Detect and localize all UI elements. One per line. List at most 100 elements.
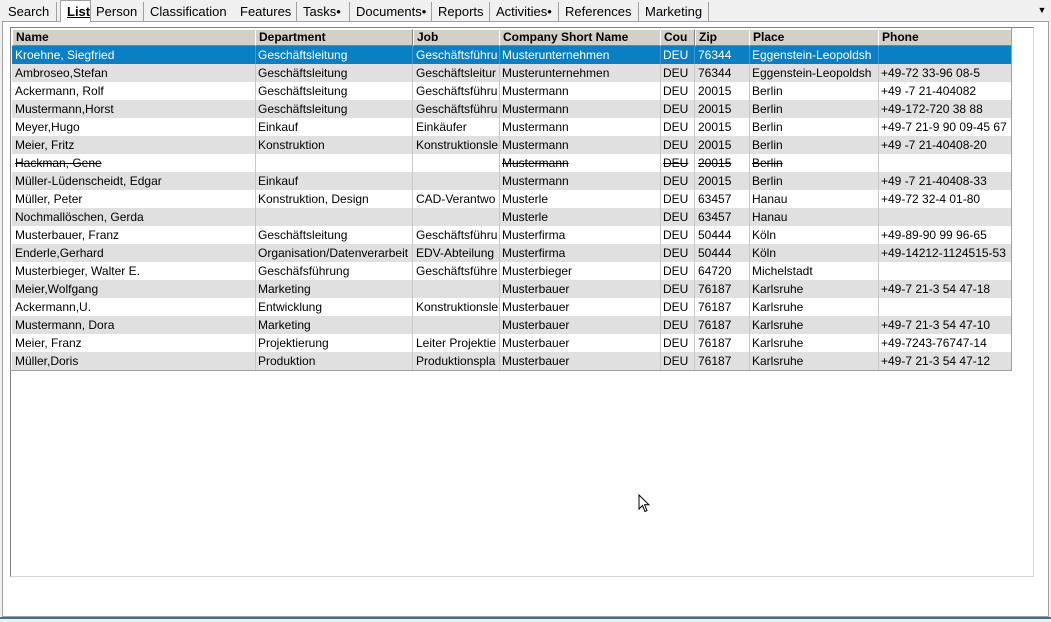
cell-text: Musterle [502, 192, 549, 206]
cell-company-short-name: Musterunternehmen [499, 46, 661, 64]
cell-text: Konstruktion [258, 138, 325, 152]
cell-country: DEU [660, 154, 695, 172]
cell-country: DEU [660, 172, 695, 190]
cell-company-short-name: Musterbieger [499, 262, 661, 280]
cell-text: Marketing [258, 282, 311, 296]
cell-text: +49-7 21-3 54 47-10 [881, 318, 991, 332]
cell-place: Köln [749, 226, 879, 244]
column-header-name[interactable]: Name [12, 29, 256, 46]
tab-search[interactable]: Search [2, 2, 57, 21]
table-row[interactable]: Nochmallöschen, Gerda Musterle DEU 63457 Han… [12, 208, 1012, 226]
cell-phone: +49-7 21-3 54 47-10 [878, 316, 1012, 334]
tab-classification[interactable]: Classification [144, 2, 235, 21]
cell-place: Berlin [749, 100, 879, 118]
table-row[interactable]: Meyer,Hugo Einkauf Einkäufer Mustermann DEU 2… [12, 118, 1012, 136]
cell-text: Einkäufer [416, 120, 467, 134]
table-row[interactable]: Kroehne, Siegfried Geschäftsleitung Geschä… [12, 46, 1012, 64]
cell-text: Geschäftsleitung [258, 66, 348, 80]
cell-zip: 20015 [695, 82, 750, 100]
table-row[interactable]: Müller,Doris Produktion Produktionspla Must… [12, 352, 1012, 370]
table-row[interactable]: Müller, Peter Konstruktion, Design CAD-Ver… [12, 190, 1012, 208]
cell-name: Ambroseo,Stefan [12, 64, 256, 82]
cell-department [255, 208, 413, 226]
table-row[interactable]: Müller-Lüdenscheidt, Edgar Einkauf Musterm… [12, 172, 1012, 190]
column-header-zip[interactable]: Zip [695, 29, 750, 46]
cell-phone [878, 154, 1012, 172]
table-row[interactable]: Enderle,Gerhard Organisation/Datenverarbe… [12, 244, 1012, 262]
table-row[interactable]: Ambroseo,Stefan Geschäftsleitung Geschäfts… [12, 64, 1012, 82]
cell-text: +49-7 21-3 54 47-12 [881, 354, 991, 368]
cell-phone [878, 208, 1012, 226]
table-row[interactable]: Musterbauer, Franz Geschäftsleitung Geschä… [12, 226, 1012, 244]
cell-text: Mustermann, Dora [15, 318, 115, 332]
cell-zip: 64720 [695, 262, 750, 280]
cell-text: 76187 [698, 300, 732, 314]
panel-bottom-border [0, 617, 1051, 619]
column-header-phone[interactable]: Phone [878, 29, 1012, 46]
cell-place: Eggenstein-Leopoldsh [749, 46, 879, 64]
table-row[interactable]: Ackermann,U. Entwicklung Konstruktionsle Mu… [12, 298, 1012, 316]
tab-tasks[interactable]: Tasks• [297, 2, 350, 21]
cell-phone [878, 46, 1012, 64]
tab-marketing[interactable]: Marketing [639, 2, 709, 21]
cell-text: 20015 [698, 156, 732, 170]
tab-reports[interactable]: Reports [432, 2, 490, 21]
table-row[interactable]: Mustermann,Horst Geschäftsleitung Geschäft… [12, 100, 1012, 118]
cell-phone [878, 262, 1012, 280]
cell-text: 20015 [698, 120, 732, 134]
cell-text: 50444 [698, 228, 732, 242]
cell-text: 76344 [698, 66, 732, 80]
tab-documents[interactable]: Documents• [350, 2, 432, 21]
tab-person[interactable]: Person [90, 2, 144, 21]
cell-text: Projektierung [258, 336, 329, 350]
table-row[interactable]: Ackermann, Rolf Geschäftsleitung Geschäfts… [12, 82, 1012, 100]
table-row[interactable]: Mustermann, Dora Marketing Musterbauer DEU 7… [12, 316, 1012, 334]
cell-text: Musterbauer, Franz [15, 228, 120, 242]
table-row[interactable]: Hackman, Gene Mustermann DEU 20015 Berlin [12, 154, 1012, 172]
tab-list[interactable]: List [60, 0, 91, 22]
cell-name: Müller,Doris [12, 352, 256, 370]
cell-name: Meier,Wolfgang [12, 280, 256, 298]
cell-text: Berlin [752, 120, 783, 134]
cell-text: DEU [663, 48, 689, 62]
cell-place: Michelstadt [749, 262, 879, 280]
table-row[interactable]: Meier,Wolfgang Marketing Musterbauer DEU 761… [12, 280, 1012, 298]
tab-activities[interactable]: Activities• [490, 2, 559, 21]
cell-zip: 63457 [695, 190, 750, 208]
cell-company-short-name: Mustermann [499, 82, 661, 100]
cell-text: Mustermann [502, 84, 569, 98]
cell-name: Ackermann,U. [12, 298, 256, 316]
cell-job [413, 172, 500, 190]
cell-text: DEU [663, 102, 689, 116]
table-row[interactable]: Meier, Fritz Konstruktion Konstruktionsle M… [12, 136, 1012, 154]
cell-text: Geschäftsleitung [258, 84, 348, 98]
list-view[interactable]: Name Department Job Company Short Name Cou Zi… [10, 27, 1034, 577]
cell-country: DEU [660, 298, 695, 316]
cell-company-short-name: Musterbauer [499, 280, 661, 298]
cell-text: +49-7 21-9 90 09-45 67 [881, 120, 1007, 134]
cell-text: Meier, Fritz [15, 138, 75, 152]
cell-text: Ackermann,U. [15, 300, 92, 314]
cell-text: DEU [663, 282, 689, 296]
cell-name: Musterbieger, Walter E. [12, 262, 256, 280]
tab-references[interactable]: References [559, 2, 639, 21]
cell-text: Karlsruhe [752, 354, 804, 368]
tab-overflow-dropdown-icon[interactable]: ▼ [1036, 2, 1048, 18]
cell-job: Geschäftsführu [413, 46, 500, 64]
tab-features[interactable]: Features [234, 2, 297, 21]
column-header-company-short-name[interactable]: Company Short Name [499, 29, 661, 46]
column-header-country[interactable]: Cou [660, 29, 695, 46]
table-row[interactable]: Musterbieger, Walter E. Geschäfsführung Ge… [12, 262, 1012, 280]
cell-text: Musterbauer [502, 354, 570, 368]
cell-text: Musterunternehmen [502, 48, 610, 62]
cell-department: Entwicklung [255, 298, 413, 316]
cell-phone: +49-7 21-3 54 47-12 [878, 352, 1012, 370]
cell-text: Musterfirma [502, 246, 566, 260]
column-header-department[interactable]: Department [255, 29, 413, 46]
column-header-place[interactable]: Place [749, 29, 879, 46]
column-header-job[interactable]: Job [413, 29, 500, 46]
cell-zip: 76187 [695, 280, 750, 298]
table-row[interactable]: Meier, Franz Projektierung Leiter Projekti… [12, 334, 1012, 352]
cell-job: EDV-Abteilung [413, 244, 500, 262]
cell-company-short-name: Musterbauer [499, 334, 661, 352]
